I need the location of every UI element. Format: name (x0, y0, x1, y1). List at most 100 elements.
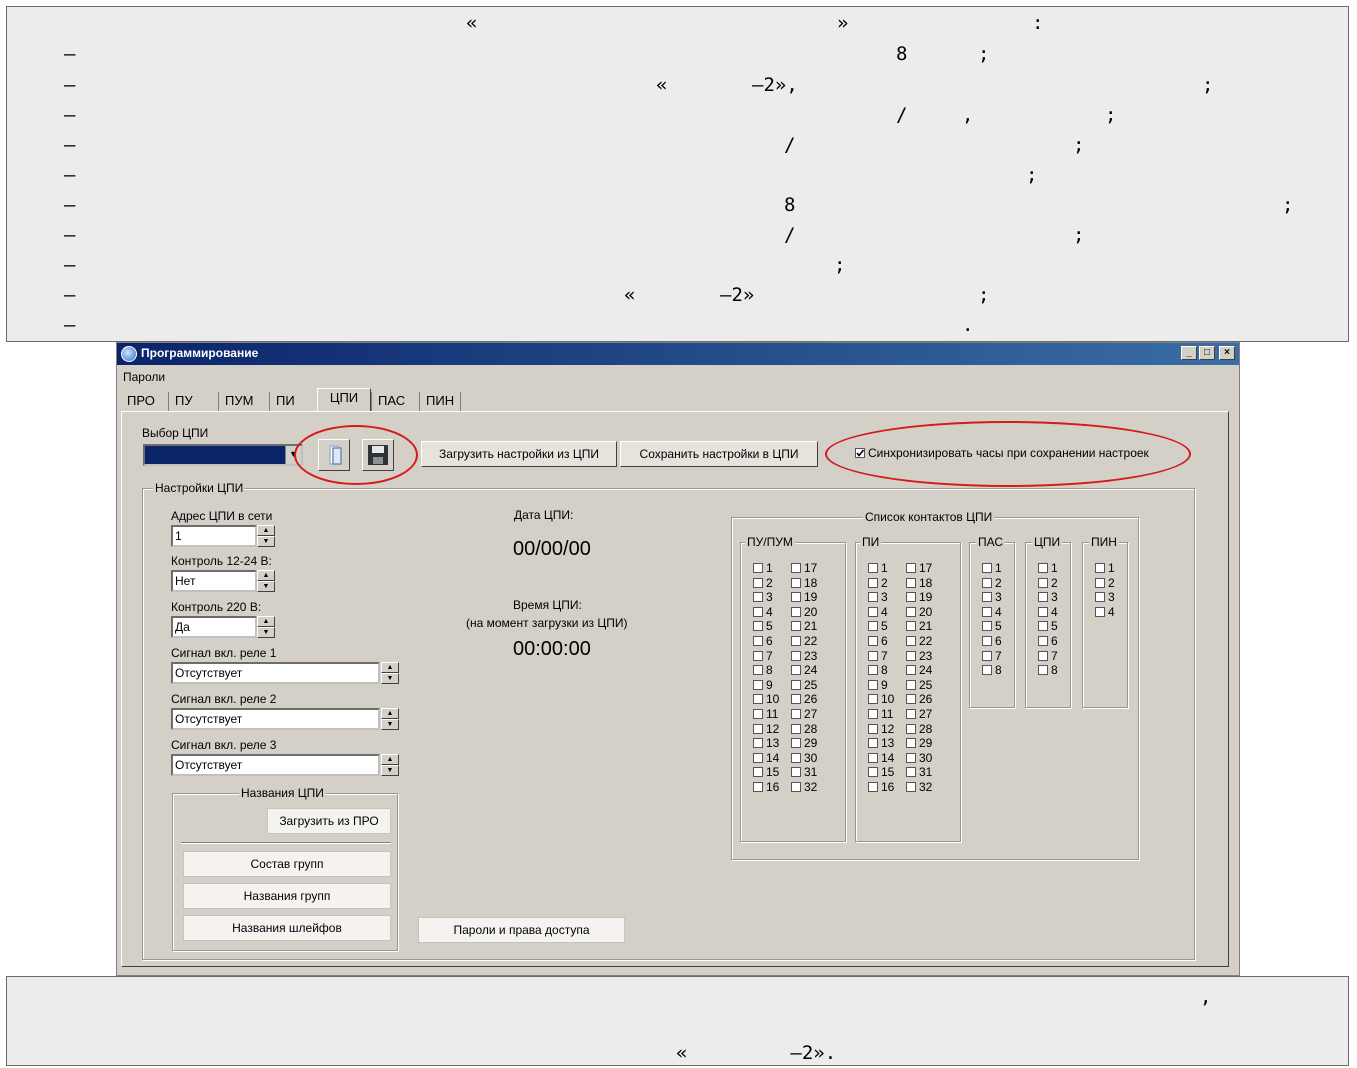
checkbox-box[interactable] (753, 665, 763, 676)
contact-checkbox[interactable]: 29 (791, 736, 817, 750)
contact-checkbox[interactable]: 8 (982, 663, 1002, 677)
checkbox-box[interactable] (868, 577, 878, 588)
checkbox-box[interactable] (791, 752, 801, 763)
contact-checkbox[interactable]: 7 (753, 649, 773, 663)
contact-checkbox[interactable]: 3 (982, 590, 1002, 604)
checkbox-box[interactable] (868, 738, 878, 749)
contact-checkbox[interactable]: 24 (791, 663, 817, 677)
contact-checkbox[interactable]: 9 (868, 678, 888, 692)
contact-checkbox[interactable]: 10 (753, 692, 779, 706)
checkbox-box[interactable] (868, 752, 878, 763)
checkbox-box[interactable] (868, 636, 878, 646)
open-file-button[interactable] (318, 439, 350, 471)
checkbox-box[interactable] (868, 694, 878, 705)
passwords-access-button[interactable]: Пароли и права доступа (418, 917, 625, 943)
checkbox-box[interactable] (753, 636, 763, 646)
checkbox-box[interactable] (868, 723, 878, 734)
group-composition-button[interactable]: Состав групп (183, 851, 391, 877)
checkbox-box[interactable] (906, 738, 916, 749)
sync-clock-checkbox[interactable]: Синхронизировать часы при сохранении нас… (855, 446, 1149, 460)
checkbox-box[interactable] (791, 563, 801, 573)
load-settings-button[interactable]: Загрузить настройки из ЦПИ (421, 441, 617, 467)
checkbox-box[interactable] (753, 709, 763, 719)
contact-checkbox[interactable]: 32 (791, 780, 817, 794)
checkbox-box[interactable] (791, 767, 801, 778)
contact-checkbox[interactable]: 17 (791, 561, 817, 575)
contact-checkbox[interactable]: 29 (906, 736, 932, 750)
checkbox-box[interactable] (753, 694, 763, 705)
contact-checkbox[interactable]: 2 (1038, 576, 1058, 590)
checkbox-box[interactable] (1038, 636, 1048, 646)
tab-pum[interactable]: ПУМ (218, 392, 259, 412)
checkbox-box[interactable] (791, 592, 801, 603)
contact-checkbox[interactable]: 7 (1038, 649, 1058, 663)
checkbox-box[interactable] (868, 592, 878, 603)
tab-pi[interactable]: ПИ (269, 392, 301, 412)
checkbox-box[interactable] (1038, 665, 1048, 676)
checkbox-box[interactable] (868, 563, 878, 573)
contact-checkbox[interactable]: 30 (791, 751, 817, 765)
checkbox-box[interactable] (753, 592, 763, 603)
contact-checkbox[interactable]: 19 (791, 590, 817, 604)
ctrl220-spinner[interactable]: ▲ ▼ (257, 616, 275, 638)
contact-checkbox[interactable]: 16 (753, 780, 779, 794)
checkbox-box[interactable] (1038, 621, 1048, 632)
contact-checkbox[interactable]: 3 (1038, 590, 1058, 604)
contact-checkbox[interactable]: 2 (1095, 576, 1115, 590)
tab-pro[interactable]: ПРО (121, 392, 161, 412)
contact-checkbox[interactable]: 32 (906, 780, 932, 794)
checkbox-box[interactable] (1095, 592, 1105, 603)
checkbox-box[interactable] (753, 577, 763, 588)
contact-checkbox[interactable]: 22 (791, 634, 817, 648)
checkbox-box[interactable] (906, 694, 916, 705)
checkbox-box[interactable] (906, 679, 916, 690)
checkbox-box[interactable] (1038, 606, 1048, 617)
tab-pin[interactable]: ПИН (419, 392, 462, 412)
checkbox-box[interactable] (753, 606, 763, 617)
contact-checkbox[interactable]: 16 (868, 780, 894, 794)
tab-cpi[interactable]: ЦПИ (317, 388, 371, 412)
contact-checkbox[interactable]: 14 (753, 751, 779, 765)
contact-checkbox[interactable]: 13 (753, 736, 779, 750)
contact-checkbox[interactable]: 7 (868, 649, 888, 663)
contact-checkbox[interactable]: 2 (982, 576, 1002, 590)
contact-checkbox[interactable]: 6 (1038, 634, 1058, 648)
contact-checkbox[interactable]: 3 (1095, 590, 1115, 604)
checkbox-box[interactable] (1038, 650, 1048, 661)
checkbox-box[interactable] (868, 606, 878, 617)
checkbox-box[interactable] (868, 665, 878, 676)
contact-checkbox[interactable]: 8 (753, 663, 773, 677)
checkbox-box[interactable] (906, 606, 916, 617)
ctrl1224-spinner[interactable]: ▲ ▼ (257, 570, 275, 592)
checkbox-box[interactable] (1095, 577, 1105, 588)
checkbox-box[interactable] (753, 782, 763, 792)
checkbox-box[interactable] (906, 782, 916, 792)
checkbox-box[interactable] (791, 709, 801, 719)
contact-checkbox[interactable]: 12 (753, 722, 779, 736)
checkbox-box[interactable] (791, 621, 801, 632)
contact-checkbox[interactable]: 7 (982, 649, 1002, 663)
contact-checkbox[interactable]: 31 (791, 765, 817, 779)
contact-checkbox[interactable]: 18 (791, 576, 817, 590)
checkbox-box[interactable] (1038, 577, 1048, 588)
contact-checkbox[interactable]: 5 (982, 619, 1002, 633)
checkbox-box[interactable] (868, 767, 878, 778)
contact-checkbox[interactable]: 3 (753, 590, 773, 604)
relay3-input[interactable]: Отсутствует (171, 754, 380, 776)
checkbox-box[interactable] (753, 767, 763, 778)
checkbox-box[interactable] (906, 709, 916, 719)
save-file-button[interactable] (362, 439, 394, 471)
contact-checkbox[interactable]: 2 (868, 576, 888, 590)
checkbox-box[interactable] (868, 709, 878, 719)
contact-checkbox[interactable]: 25 (906, 678, 932, 692)
checkbox-box[interactable] (791, 650, 801, 661)
contact-checkbox[interactable]: 4 (982, 605, 1002, 619)
checkbox-box[interactable] (906, 752, 916, 763)
checkbox-box[interactable] (868, 650, 878, 661)
close-button[interactable]: × (1219, 346, 1235, 360)
contact-checkbox[interactable]: 6 (868, 634, 888, 648)
checkbox-box[interactable] (982, 577, 992, 588)
checkbox-box[interactable] (791, 577, 801, 588)
contact-checkbox[interactable]: 13 (868, 736, 894, 750)
contact-checkbox[interactable]: 23 (906, 649, 932, 663)
